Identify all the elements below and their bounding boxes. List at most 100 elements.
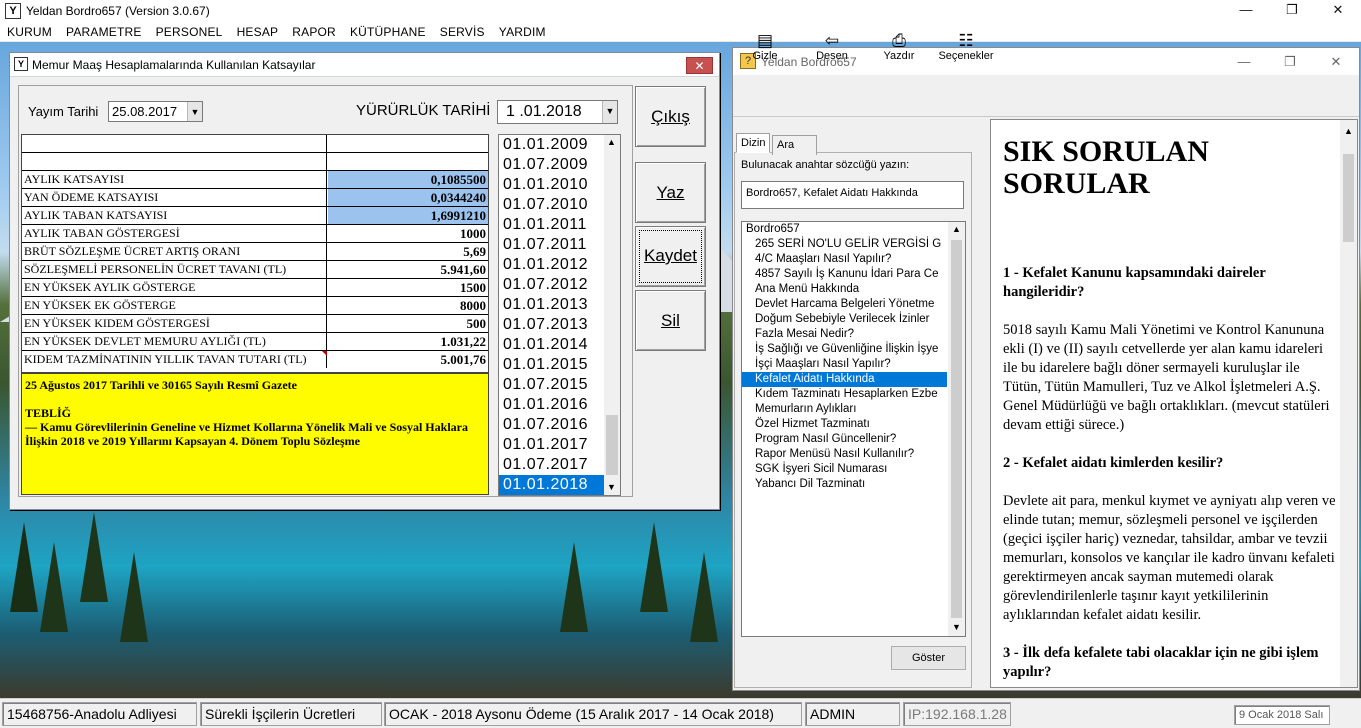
scroll-up-icon[interactable]: ▲ <box>607 137 616 147</box>
minimize-button[interactable]: — <box>1223 0 1269 22</box>
list-item[interactable]: Yabancı Dil Tazminatı <box>742 477 965 492</box>
content-scrollbar[interactable]: ▲ <box>1340 120 1357 687</box>
help-close-button[interactable]: ✕ <box>1313 48 1359 75</box>
list-item[interactable]: Kıdem Tazminatı Hesaplarken Ezbe <box>742 387 965 402</box>
maximize-button[interactable]: ❐ <box>1269 0 1315 22</box>
topic-list-scrollbar[interactable]: ▲ ▼ <box>948 222 965 636</box>
list-item[interactable]: SGK İşyeri Sicil Numarası <box>742 462 965 477</box>
row-value[interactable]: 500 <box>328 315 488 332</box>
list-item[interactable]: Ana Menü Hakkında <box>742 282 965 297</box>
tab-ara[interactable]: Ara <box>772 135 817 155</box>
date-list-scrollbar[interactable]: ▲ ▼ <box>604 135 620 495</box>
list-item[interactable]: 01.01.2009 <box>499 135 620 155</box>
toolbar-yazdir-button[interactable]: ⎙ Yazdır <box>869 32 929 63</box>
row-value[interactable]: 8000 <box>328 297 488 314</box>
list-item[interactable]: İş Sağlığı ve Güvenliğine İlişkin İşye <box>742 342 965 357</box>
table-row[interactable]: AYLIK TABAN KATSAYISI 1,6991210 <box>22 207 488 225</box>
table-row[interactable]: BRÜT SÖZLEŞME ÜCRET ARTIŞ ORANI 5,69 <box>22 243 488 261</box>
menu-yardim[interactable]: YARDIM <box>499 25 546 39</box>
table-row[interactable]: YAN ÖDEME KATSAYISI 0,0344240 <box>22 189 488 207</box>
list-item-selected[interactable]: Kefalet Aidatı Hakkında <box>742 372 947 387</box>
menu-kutuphane[interactable]: KÜTÜPHANE <box>350 25 426 39</box>
menu-personel[interactable]: PERSONEL <box>156 25 223 39</box>
menu-servis[interactable]: SERVİS <box>440 25 485 39</box>
row-value[interactable]: 0,0344240 <box>328 189 488 206</box>
list-item[interactable]: 01.07.2009 <box>499 155 620 175</box>
list-item[interactable]: 4857 Sayılı İş Kanunu İdari Para Ce <box>742 267 965 282</box>
table-row[interactable]: EN YÜKSEK EK GÖSTERGE 8000 <box>22 297 488 315</box>
menu-kurum[interactable]: KURUM <box>7 25 52 39</box>
scrollbar-thumb[interactable] <box>606 415 618 475</box>
list-item[interactable]: Fazla Mesai Nedir? <box>742 327 965 342</box>
close-button[interactable]: ✕ <box>1315 0 1361 22</box>
coefficients-close-button[interactable]: ✕ <box>686 57 713 74</box>
table-row[interactable]: AYLIK TABAN GÖSTERGESİ 1000 <box>22 225 488 243</box>
list-item[interactable]: 01.07.2011 <box>499 235 620 255</box>
help-topic-list[interactable]: Bordro657 265 SERİ NO'LU GELİR VERGİSİ G… <box>741 221 966 637</box>
list-item[interactable]: 01.07.2017 <box>499 455 620 475</box>
help-minimize-button[interactable]: — <box>1221 48 1267 75</box>
list-item[interactable]: 01.01.2017 <box>499 435 620 455</box>
yaz-button[interactable]: Yaz <box>635 162 706 223</box>
list-item[interactable]: Doğum Sebebiyle Verilecek İzinler <box>742 312 965 327</box>
list-item[interactable]: 01.07.2016 <box>499 415 620 435</box>
list-item[interactable]: Özel Hizmet Tazminatı <box>742 417 965 432</box>
row-value[interactable]: 1.031,22 <box>328 333 488 350</box>
list-item[interactable]: 01.07.2015 <box>499 375 620 395</box>
tab-dizin[interactable]: Dizin <box>736 133 770 153</box>
menu-parametre[interactable]: PARAMETRE <box>66 25 142 39</box>
list-item[interactable]: Rapor Menüsü Nasıl Kullanılır? <box>742 447 965 462</box>
list-item[interactable]: İşçi Maaşları Nasıl Yapılır? <box>742 357 965 372</box>
menu-rapor[interactable]: RAPOR <box>292 25 336 39</box>
effective-date-list[interactable]: 01.01.2009 01.07.2009 01.01.2010 01.07.2… <box>498 134 621 496</box>
goster-button[interactable]: Göster <box>891 646 966 670</box>
list-item[interactable]: Memurların Aylıkları <box>742 402 965 417</box>
table-row[interactable]: EN YÜKSEK AYLIK GÖSTERGE 1500 <box>22 279 488 297</box>
scroll-up-icon[interactable]: ▲ <box>952 224 961 234</box>
list-item[interactable]: 01.01.2012 <box>499 255 620 275</box>
list-item[interactable]: 01.07.2013 <box>499 315 620 335</box>
list-item[interactable]: 01.01.2010 <box>499 175 620 195</box>
list-item[interactable]: Program Nasıl Güncellenir? <box>742 432 965 447</box>
table-row[interactable]: SÖZLEŞMELİ PERSONELİN ÜCRET TAVANI (TL) 5… <box>22 261 488 279</box>
cikis-button[interactable]: Çıkış <box>635 86 706 147</box>
list-item[interactable]: 01.01.2014 <box>499 335 620 355</box>
row-value[interactable]: 5,69 <box>328 243 488 260</box>
scroll-down-icon[interactable]: ▼ <box>607 482 616 492</box>
menu-hesap[interactable]: HESAP <box>237 25 279 39</box>
table-row[interactable]: EN YÜKSEK DEVLET MEMURU AYLIĞI (TL) 1.031… <box>22 333 488 351</box>
row-value[interactable]: 5.001,76 <box>328 351 488 368</box>
search-input[interactable]: Bordro657, Kefalet Aidatı Hakkında <box>741 181 964 209</box>
list-item[interactable]: 265 SERİ NO'LU GELİR VERGİSİ G <box>742 237 965 252</box>
list-item[interactable]: 01.01.2015 <box>499 355 620 375</box>
yururluk-tarihi-select[interactable]: 1 .01.2018 ▼ <box>497 100 618 124</box>
row-value[interactable]: 5.941,60 <box>328 261 488 278</box>
scrollbar-thumb[interactable] <box>951 240 962 618</box>
chevron-down-icon[interactable]: ▼ <box>602 101 617 123</box>
toolbar-secenekler-button[interactable]: ☷ Seçenekler <box>936 32 996 63</box>
row-value[interactable]: 1000 <box>328 225 488 242</box>
list-item[interactable]: 01.01.2011 <box>499 215 620 235</box>
list-item[interactable]: 01.07.2010 <box>499 195 620 215</box>
table-row[interactable]: AYLIK KATSAYISI 0,1085500 <box>22 171 488 189</box>
list-item[interactable]: 01.01.2016 <box>499 395 620 415</box>
row-value[interactable]: 1,6991210 <box>328 207 488 224</box>
scrollbar-thumb[interactable] <box>1343 154 1354 242</box>
help-maximize-button[interactable]: ❐ <box>1267 48 1313 75</box>
list-item[interactable]: 01.01.2013 <box>499 295 620 315</box>
kaydet-button[interactable]: Kaydet <box>635 226 706 287</box>
toolbar-gizle-button[interactable]: ▤ Gizle <box>735 32 795 63</box>
list-item[interactable]: 4/C Maaşları Nasıl Yapılır? <box>742 252 965 267</box>
table-row[interactable]: KIDEM TAZMİNATININ YILLIK TAVAN TUTARI (… <box>22 351 488 369</box>
yayim-tarihi-select[interactable]: 25.08.2017 ▼ <box>108 101 203 122</box>
list-item[interactable]: Devlet Harcama Belgeleri Yönetme <box>742 297 965 312</box>
list-item-selected[interactable]: 01.01.2018 <box>499 475 604 495</box>
chevron-down-icon[interactable]: ▼ <box>187 102 202 121</box>
row-value[interactable]: 1500 <box>328 279 488 296</box>
table-row[interactable]: EN YÜKSEK KIDEM GÖSTERGESİ 500 <box>22 315 488 333</box>
sil-button[interactable]: Sil <box>635 290 706 351</box>
row-value[interactable]: 0,1085500 <box>328 171 488 188</box>
topic-root[interactable]: Bordro657 <box>742 222 965 237</box>
scroll-up-icon[interactable]: ▲ <box>1344 122 1353 141</box>
toolbar-desen-button[interactable]: ⇦ Desen <box>802 32 862 63</box>
